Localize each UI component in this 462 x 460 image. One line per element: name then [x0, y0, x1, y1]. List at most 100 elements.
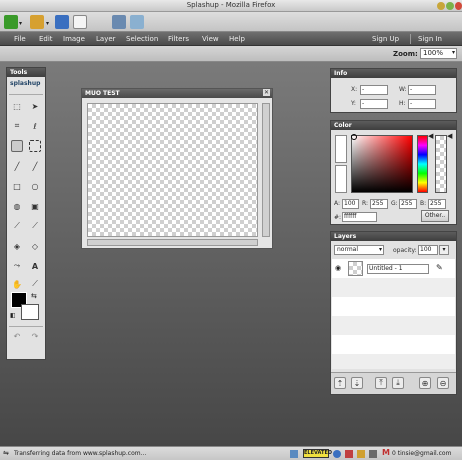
menu-selection[interactable]: Selection [126, 35, 158, 43]
layer-options-icon[interactable]: ✎ [436, 263, 443, 272]
hue-slider[interactable] [417, 135, 428, 193]
layer-row[interactable]: ◉ Untitled - 1 ✎ [332, 259, 455, 278]
refresh-icon[interactable] [55, 15, 69, 29]
text-icon[interactable]: A [29, 260, 41, 272]
other-colors-button[interactable]: Other.. [421, 210, 449, 222]
transform-icon[interactable] [11, 140, 23, 152]
chat-icon[interactable] [130, 15, 144, 29]
move-layer-up-icon[interactable]: ⇡ [334, 377, 346, 389]
smudge-icon[interactable]: ⤳ [11, 260, 23, 272]
zoom-select[interactable]: 100% ▾ [420, 48, 457, 59]
hue-pointer-icon[interactable]: ◀ [428, 132, 433, 140]
delete-layer-icon[interactable]: ⊖ [437, 377, 449, 389]
fill-icon[interactable]: ◈ [11, 240, 23, 252]
screenshot-icon[interactable] [112, 15, 126, 29]
ellipse-icon[interactable]: ○ [29, 180, 41, 192]
opacity-field[interactable]: 100 [418, 245, 438, 255]
add-layer-icon[interactable]: ⊕ [419, 377, 431, 389]
addon-icon[interactable] [357, 450, 365, 458]
selection-icon[interactable] [29, 140, 41, 152]
blue-field[interactable]: 255 [428, 199, 446, 209]
circle-filled-icon[interactable]: ◍ [11, 200, 23, 212]
status-text: Transferring data from www.splashup.com.… [14, 450, 147, 457]
canvas-title: MUO TEST [85, 90, 120, 97]
eye-icon[interactable]: ◉ [335, 264, 341, 272]
g-label: G: [391, 200, 398, 207]
rectangle-icon[interactable]: □ [11, 180, 23, 192]
image-canvas[interactable] [87, 103, 258, 237]
h-field[interactable]: - [408, 99, 436, 109]
color-panel: Color ◀ ◀ A: 100 R: 255 G: 255 B: 255 #:… [330, 120, 457, 225]
redo-icon[interactable]: ↷ [29, 330, 41, 342]
extension-icon[interactable] [290, 450, 298, 458]
menu-edit[interactable]: Edit [39, 35, 53, 43]
airbrush-icon[interactable]: ⟋ [29, 220, 41, 232]
tools-panel-header[interactable]: Tools [7, 68, 45, 77]
maximize-button[interactable] [446, 2, 454, 10]
y-field[interactable]: - [360, 99, 388, 109]
close-icon[interactable]: ✕ [263, 89, 270, 96]
blend-mode-select[interactable]: normal ▾ [334, 245, 384, 255]
chevron-down-icon[interactable]: ▾ [19, 20, 22, 27]
gmail-icon[interactable]: M [382, 448, 390, 457]
reset-colors-icon[interactable]: ◧ [10, 312, 16, 319]
layer-thumbnail [348, 261, 363, 276]
vertical-scrollbar[interactable] [262, 103, 270, 237]
menu-file[interactable]: File [14, 35, 26, 43]
page-icon[interactable] [73, 15, 87, 29]
eraser-icon[interactable]: ◇ [29, 240, 41, 252]
current-color-swatch [335, 135, 347, 163]
undo-icon[interactable]: ↶ [11, 330, 23, 342]
horizontal-scrollbar[interactable] [87, 239, 258, 246]
sign-in-link[interactable]: Sign In [418, 35, 442, 43]
eyedropper-icon[interactable]: ⟋ [29, 278, 41, 290]
sign-up-link[interactable]: Sign Up [372, 35, 399, 43]
swap-colors-icon[interactable]: ⇆ [31, 292, 37, 300]
brush-icon[interactable]: ⟋ [11, 220, 23, 232]
lasso-icon[interactable]: ℓ [29, 120, 41, 132]
marquee-rect-icon[interactable]: ⬚ [11, 100, 23, 112]
line-icon[interactable]: ╱ [29, 160, 41, 172]
red-field[interactable]: 255 [370, 199, 388, 209]
minimize-button[interactable] [437, 2, 445, 10]
title-bar: Splashup - Mozilla Firefox [0, 0, 462, 12]
globe-icon[interactable] [333, 450, 341, 458]
alpha-slider[interactable] [435, 135, 447, 193]
addon-icon[interactable] [369, 450, 377, 458]
puzzle-icon[interactable] [4, 15, 18, 29]
stamp-icon[interactable]: ▣ [29, 200, 41, 212]
saturation-picker[interactable] [351, 135, 413, 193]
green-field[interactable]: 255 [399, 199, 417, 209]
menu-view[interactable]: View [202, 35, 219, 43]
chevron-down-icon[interactable]: ▾ [46, 20, 49, 27]
layers-panel-header[interactable]: Layers [331, 232, 456, 241]
menu-image[interactable]: Image [63, 35, 85, 43]
info-panel-header[interactable]: Info [331, 69, 456, 78]
color-panel-header[interactable]: Color [331, 121, 456, 130]
close-button[interactable] [455, 2, 462, 10]
picker-handle[interactable] [351, 134, 357, 140]
move-layer-down-icon[interactable]: ⇣ [351, 377, 363, 389]
chevron-down-icon[interactable]: ▾ [439, 245, 449, 255]
addon-icon[interactable] [345, 450, 353, 458]
w-field[interactable]: - [408, 85, 436, 95]
crop-icon[interactable]: ⌗ [11, 120, 23, 132]
hand-icon[interactable]: ✋ [11, 278, 23, 290]
elevated-badge[interactable]: ELEVATED [303, 449, 332, 458]
background-color-swatch[interactable] [21, 304, 39, 320]
alpha-field[interactable]: 100 [342, 199, 359, 209]
merge-down-icon[interactable]: ⤓ [392, 377, 404, 389]
x-field[interactable]: - [360, 85, 388, 95]
pointer-icon[interactable]: ➤ [29, 100, 41, 112]
menu-help[interactable]: Help [229, 35, 245, 43]
layer-name-field[interactable]: Untitled - 1 [367, 264, 429, 274]
brush-icon[interactable] [30, 15, 44, 29]
pencil-icon[interactable]: ╱ [11, 160, 23, 172]
menu-layer[interactable]: Layer [96, 35, 116, 43]
blend-mode-value: normal [337, 246, 359, 253]
merge-up-icon[interactable]: ⤒ [375, 377, 387, 389]
menu-filters[interactable]: Filters [168, 35, 189, 43]
canvas-window-header[interactable]: MUO TEST ✕ [82, 89, 272, 98]
alpha-pointer-icon[interactable]: ◀ [447, 132, 452, 140]
hex-field[interactable]: ffffff [342, 212, 377, 222]
